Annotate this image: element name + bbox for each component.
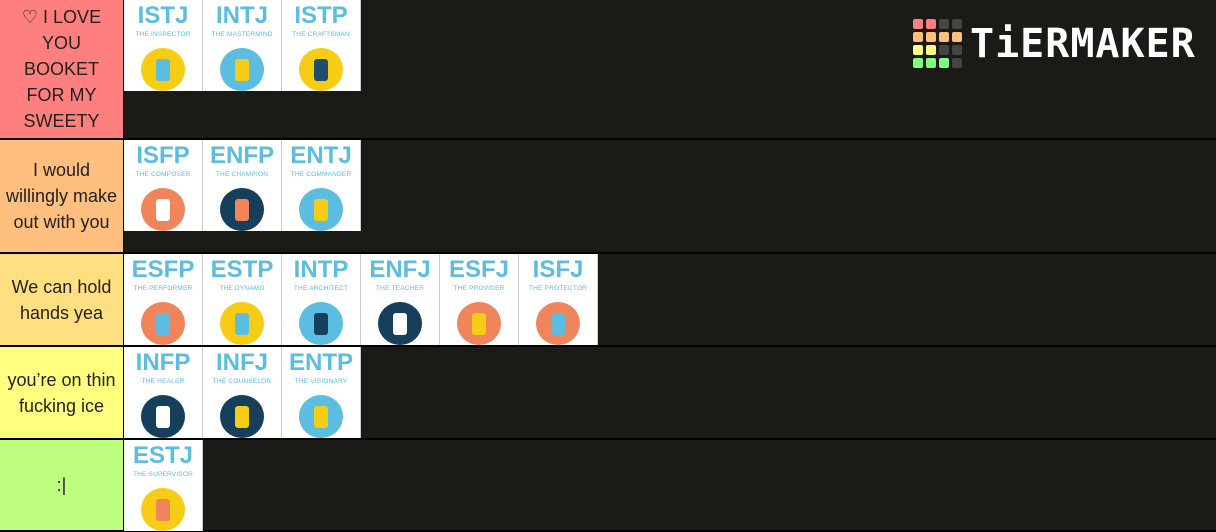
tier-items: ISFP THE COMPOSER ENFP THE CHAMPION ENTJ THE … <box>124 140 1216 252</box>
tier-item-isfp[interactable]: ISFP THE COMPOSER <box>124 140 203 231</box>
type-title: THE ARCHITECT <box>293 285 349 292</box>
tier-label[interactable]: ♡ I LOVE YOU BOOKET FOR MY SWEETY <box>0 0 124 138</box>
counselor-icon <box>220 395 264 438</box>
type-title: THE INSPECTOR <box>135 31 191 38</box>
lightbulb-icon <box>299 395 343 438</box>
lightning-icon <box>220 302 264 345</box>
logo-square <box>926 45 936 55</box>
type-code: ENFP <box>209 142 274 169</box>
type-code: INFP <box>135 349 191 376</box>
commander-icon <box>299 188 343 231</box>
logo-square <box>926 32 936 42</box>
logo-square <box>926 19 936 29</box>
type-title: THE COMMANDER <box>290 171 352 178</box>
type-code: ESFP <box>131 256 195 283</box>
type-code: INTP <box>293 256 349 283</box>
tiermaker-logo[interactable]: TiERMAKER <box>913 19 1196 68</box>
logo-square <box>939 45 949 55</box>
tier-list: ♡ I LOVE YOU BOOKET FOR MY SWEETY ISTJ THE… <box>0 0 1216 532</box>
hammer-icon <box>299 48 343 91</box>
logo-square <box>913 45 923 55</box>
chess-king-icon <box>220 48 264 91</box>
type-code: ISFP <box>136 142 190 169</box>
tier-label[interactable]: I would willingly make out with you <box>0 140 124 252</box>
type-code: ENTP <box>288 349 353 376</box>
tier-item-entp[interactable]: ENTP THE VISIONARY <box>282 347 361 438</box>
tier-label[interactable]: you’re on thin fucking ice <box>0 347 124 438</box>
logo-square <box>913 32 923 42</box>
tier-item-esfp[interactable]: ESFP THE PERFORMER <box>124 254 203 345</box>
tier-row: :| ESTJ THE SUPERVISOR <box>0 440 1216 532</box>
logo-square <box>913 19 923 29</box>
microphone-icon <box>141 302 185 345</box>
type-code: ISTP <box>294 2 348 29</box>
tier-label[interactable]: :| <box>0 440 124 530</box>
globe-thinker-icon <box>299 302 343 345</box>
type-title: THE CRAFTSMAN <box>292 31 350 38</box>
type-title: THE HEALER <box>141 378 185 385</box>
type-title: THE CHAMPION <box>215 171 269 178</box>
logo-grid-icon <box>913 19 962 68</box>
book-magnifier-icon <box>141 48 185 91</box>
tier-item-enfp[interactable]: ENFP THE CHAMPION <box>203 140 282 231</box>
tier-items: ESTJ THE SUPERVISOR <box>124 440 1216 531</box>
palette-icon <box>141 188 185 231</box>
logo-square <box>939 19 949 29</box>
logo-square <box>939 32 949 42</box>
type-code: INFJ <box>215 349 268 376</box>
tier-item-estj[interactable]: ESTJ THE SUPERVISOR <box>124 440 203 531</box>
tier-item-isfj[interactable]: ISFJ THE PROTECTOR <box>519 254 598 345</box>
logo-text: TiERMAKER <box>970 20 1196 67</box>
type-code: ISFJ <box>532 256 584 283</box>
shield-heart-icon <box>536 302 580 345</box>
logo-square <box>952 19 962 29</box>
clipboard-icon <box>141 488 185 531</box>
type-title: THE TEACHER <box>376 285 424 292</box>
logo-square <box>913 58 923 68</box>
type-title: THE PROVIDER <box>453 285 505 292</box>
logo-square <box>952 32 962 42</box>
tier-item-estp[interactable]: ESTP THE DYNAMO <box>203 254 282 345</box>
medal-icon <box>220 188 264 231</box>
chalkboard-icon <box>378 302 422 345</box>
type-title: THE PROTECTOR <box>528 285 588 292</box>
type-code: ESFJ <box>448 256 510 283</box>
tier-item-istj[interactable]: ISTJ THE INSPECTOR <box>124 0 203 91</box>
type-title: THE SUPERVISOR <box>132 471 194 478</box>
logo-square <box>926 58 936 68</box>
type-code: ENFJ <box>369 256 431 283</box>
tier-row: you’re on thin fucking ice INFP THE HEALER… <box>0 347 1216 440</box>
logo-square <box>939 58 949 68</box>
type-code: INTJ <box>215 2 268 29</box>
tier-items: INFP THE HEALER INFJ THE COUNSELOR ENTP THE V… <box>124 347 1216 438</box>
type-code: ESTP <box>210 256 274 283</box>
tier-item-entj[interactable]: ENTJ THE COMMANDER <box>282 140 361 231</box>
type-title: THE VISIONARY <box>294 378 348 385</box>
tier-item-enfj[interactable]: ENFJ THE TEACHER <box>361 254 440 345</box>
type-title: THE COUNSELOR <box>212 378 272 385</box>
tier-item-intj[interactable]: INTJ THE MASTERMIND <box>203 0 282 91</box>
tier-label[interactable]: We can hold hands yea <box>0 254 124 345</box>
logo-square <box>952 45 962 55</box>
tier-row: I would willingly make out with you ISFP T… <box>0 140 1216 254</box>
type-title: THE DYNAMO <box>219 285 265 292</box>
tier-item-infp[interactable]: INFP THE HEALER <box>124 347 203 438</box>
type-code: ESTJ <box>132 442 194 469</box>
tier-item-infj[interactable]: INFJ THE COUNSELOR <box>203 347 282 438</box>
type-title: THE PERFORMER <box>133 285 193 292</box>
hands-plant-icon <box>141 395 185 438</box>
tier-row: We can hold hands yea ESFP THE PERFORMER ES… <box>0 254 1216 347</box>
tier-items: ESFP THE PERFORMER ESTP THE DYNAMO INTP THE A… <box>124 254 1216 345</box>
tier-item-esfj[interactable]: ESFJ THE PROVIDER <box>440 254 519 345</box>
type-title: THE MASTERMIND <box>211 31 273 38</box>
bread-icon <box>457 302 501 345</box>
type-code: ISTJ <box>137 2 189 29</box>
tier-item-istp[interactable]: ISTP THE CRAFTSMAN <box>282 0 361 91</box>
type-code: ENTJ <box>290 142 352 169</box>
tier-item-intp[interactable]: INTP THE ARCHITECT <box>282 254 361 345</box>
logo-square <box>952 58 962 68</box>
type-title: THE COMPOSER <box>135 171 191 178</box>
